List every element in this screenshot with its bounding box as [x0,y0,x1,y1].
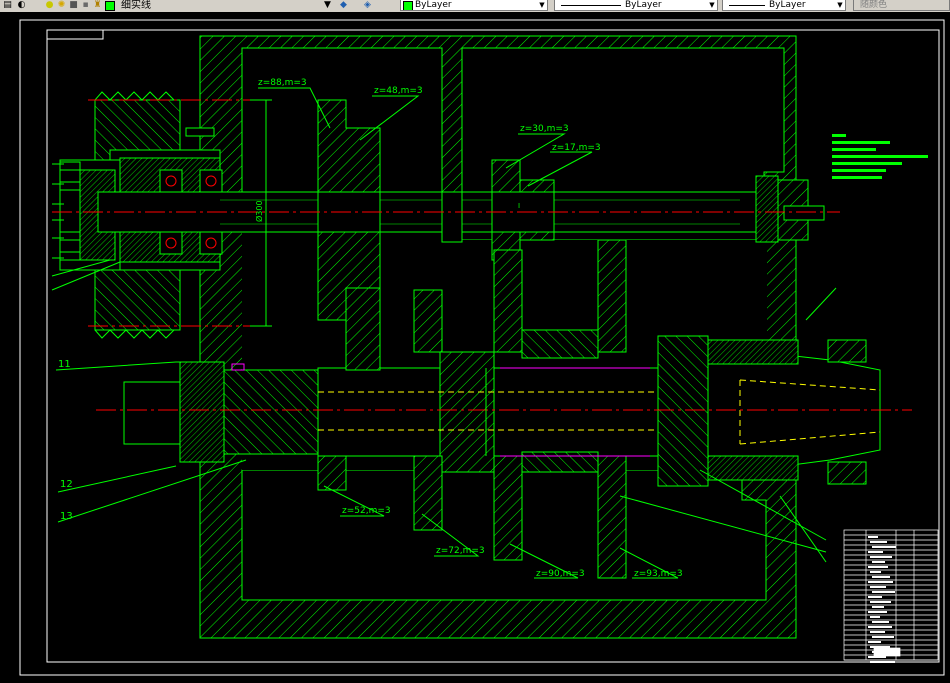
gear-label-8: z=93,m=3 [634,569,683,579]
shaft-mark: I [518,202,520,210]
chevron-down-icon[interactable]: ▼ [836,1,844,10]
title-block-text [872,546,896,548]
color-combo[interactable]: ByLayer ▼ [400,0,548,11]
sun-icon[interactable]: ✺ [56,0,67,11]
lineweight-combo-value: ByLayer [769,0,806,10]
lightbulb-icon[interactable]: ● [44,0,55,11]
lock-icon[interactable]: ■ [68,0,79,11]
plotstyle-combo-value: 随颜色 [860,0,888,10]
title-block-text [868,551,883,553]
gear-label-5: z=52,m=3 [342,506,391,516]
title-block-text [868,596,882,598]
color-combo-value: ByLayer [415,0,452,10]
linetype-combo[interactable]: ByLayer ▼ [554,0,718,11]
title-block-text [870,556,892,558]
linetype-combo-value: ByLayer [625,0,662,10]
gear-label-2: z=48,m=3 [374,86,423,96]
gear-label-3: z=30,m=3 [520,124,569,134]
plot-icon[interactable]: ▪ [80,0,91,11]
gear-label-4: z=17,m=3 [552,143,601,153]
title-block-text [872,606,884,608]
title-block-text [868,581,893,583]
title-block-text [868,626,892,628]
part-number-11: 11 [58,359,71,370]
lineweight-sample [729,5,765,6]
title-block-text [870,631,885,633]
title-block-text [868,566,888,568]
plotstyle-combo: 随颜色 [853,0,950,11]
title-block-text [872,561,885,563]
lineweight-combo[interactable]: ByLayer ▼ [722,0,846,11]
gear-label-6: z=72,m=3 [436,546,485,556]
title-block-text [868,641,881,643]
title-block-text [872,591,895,593]
layer-manager-icon[interactable]: ▤ [2,0,13,11]
title-block-text [870,586,886,588]
title-block-text [872,636,894,638]
layer-previous-icon[interactable]: ◈ [362,0,373,11]
make-current-layer-icon[interactable]: ◆ [338,0,349,11]
padlock-icon[interactable]: ♜ [92,0,103,11]
part-number-12: 12 [60,479,73,490]
title-block-text [868,611,887,613]
gear-label-1: z=88,m=3 [258,78,307,88]
title-block-text [870,616,880,618]
title-block-text [872,576,890,578]
layer-state-icon[interactable]: ◐ [16,0,27,11]
title-block-text [868,536,878,538]
gear-label-7: z=90,m=3 [536,569,585,579]
chevron-down-icon[interactable]: ▼ [538,1,546,10]
chevron-down-icon[interactable]: ▼ [708,1,716,10]
part-number-13: 13 [60,511,73,522]
drawing-canvas[interactable]: Ø300 I z=88,m=3 z=48,m=3 z=30,m=3 z=17,m… [0,12,950,683]
title-block-text [870,541,887,543]
title-block-text [870,601,891,603]
title-block-text [872,621,889,623]
color-swatch [403,1,413,10]
layer-name: 细实线 [121,0,151,11]
layer-color-swatch-icon [104,0,115,11]
title-block-text [870,571,881,573]
title-block-text [870,661,895,663]
dimension-label: Ø300 [254,200,264,222]
chevron-down-icon[interactable]: ▼ [322,0,333,11]
linetype-sample [561,5,621,6]
